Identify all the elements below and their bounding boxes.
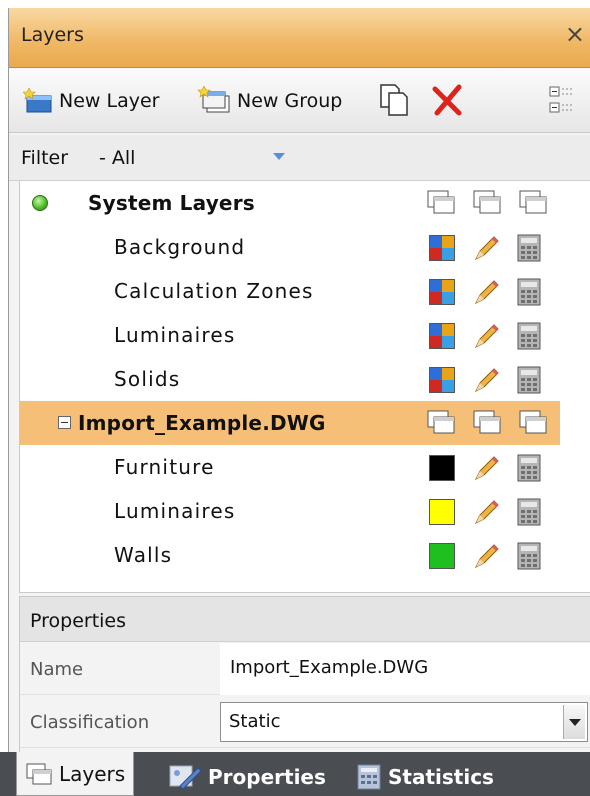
layer-label: Furniture [114,455,215,479]
layer-color-swatch[interactable] [429,499,455,525]
pencil-icon[interactable] [472,453,500,483]
property-row-name: Name Import_Example.DWG [20,643,590,695]
tree-group-system-layers[interactable]: System Layers [20,181,560,225]
tab-properties[interactable]: Properties [168,758,326,796]
tree-layer-row[interactable]: Luminaires [20,489,560,533]
copy-icon [380,84,408,116]
panel-title: Layers [21,24,84,46]
filter-label: Filter [21,147,69,169]
property-name-value-field[interactable]: Import_Example.DWG [220,643,590,695]
calculator-icon[interactable] [516,365,542,395]
tree-group-import-example[interactable]: Import_Example.DWG [20,401,560,445]
tree-layer-row[interactable]: Solids [20,357,560,401]
new-layer-label: New Layer [59,90,160,112]
property-name-label: Name [30,659,84,680]
calculator-icon[interactable] [516,321,542,351]
properties-header: Properties [20,596,590,642]
tree-layer-row[interactable]: Luminaires [20,313,560,357]
panel-title-bar: Layers × [9,8,590,68]
close-icon[interactable]: × [565,20,585,48]
chevron-down-icon[interactable] [273,153,285,160]
tab-label: Statistics [388,765,494,789]
layer-label: Walls [114,543,173,567]
calculator-icon[interactable] [516,541,542,571]
new-group-button[interactable]: New Group [197,83,342,119]
options-button[interactable] [549,85,573,121]
filter-dropdown[interactable]: - All [99,147,135,169]
tab-statistics[interactable]: Statistics [356,758,494,796]
calculator-icon[interactable] [516,277,542,307]
layer-color-swatch[interactable] [429,279,455,305]
pencil-icon[interactable] [472,321,500,351]
group-layers-icon[interactable] [518,189,550,217]
tab-layers[interactable]: Layers [16,752,135,796]
layer-color-swatch[interactable] [429,367,455,393]
group-layers-icon[interactable] [426,409,458,437]
tab-label: Layers [59,761,126,786]
property-name-value: Import_Example.DWG [230,657,429,678]
pencil-icon[interactable] [472,277,500,307]
calculator-icon[interactable] [516,233,542,263]
group-layers-icon[interactable] [426,189,458,217]
tab-label: Properties [208,765,326,789]
layer-label: Luminaires [114,499,236,523]
property-classification-label: Classification [30,712,150,733]
classification-value: Static [229,711,281,732]
options-icon [549,86,573,113]
delete-icon [432,84,462,116]
status-dot-icon [32,195,48,211]
new-layer-button[interactable]: New Layer [23,83,159,119]
collapse-icon[interactable] [58,416,71,429]
group-layers-icon[interactable] [472,409,504,437]
filter-bar: Filter - All [9,135,590,181]
layer-label: Luminaires [114,323,236,347]
layer-color-swatch[interactable] [429,235,455,261]
new-layer-icon [23,88,52,113]
calculator-icon[interactable] [516,453,542,483]
new-group-label: New Group [237,90,343,112]
layer-label: Background [114,235,246,259]
chevron-down-icon[interactable] [563,705,585,739]
layer-label: Solids [114,367,181,391]
pencil-icon[interactable] [472,541,500,571]
pencil-icon[interactable] [472,497,500,527]
tree-layer-row[interactable]: Walls [20,533,560,577]
pencil-icon[interactable] [472,233,500,263]
layer-color-swatch[interactable] [429,543,455,569]
pencil-icon[interactable] [472,365,500,395]
layers-toolbar: New Layer New Group [9,69,590,133]
properties-title: Properties [30,610,127,632]
group-layers-icon[interactable] [518,409,550,437]
group-layers-icon[interactable] [472,189,504,217]
tree-layer-row[interactable]: Background [20,225,560,269]
properties-tab-icon [169,765,202,790]
classification-select[interactable]: Static [220,702,588,742]
layer-color-swatch[interactable] [429,455,455,481]
statistics-tab-icon [357,764,381,790]
layer-label: Calculation Zones [114,279,314,303]
bottom-tab-strip: Layers Properties Statistics [0,752,590,796]
new-group-icon [197,86,230,113]
delete-button[interactable] [431,83,463,121]
property-row-classification: Classification Static [20,696,590,748]
layer-color-swatch[interactable] [429,323,455,349]
group-label: System Layers [88,191,255,215]
layers-panel: Layers × New Layer New Group Filter - Al… [8,8,590,796]
group-label: Import_Example.DWG [78,411,326,435]
layer-tree: System Layers Background Calculation Zon… [19,181,590,593]
tree-layer-row[interactable]: Calculation Zones [20,269,560,313]
tree-layer-row[interactable]: Furniture [20,445,560,489]
layers-tab-icon [26,763,52,784]
properties-pane: Properties Name Import_Example.DWG Class… [19,596,590,756]
copy-button[interactable] [379,83,409,121]
calculator-icon[interactable] [516,497,542,527]
